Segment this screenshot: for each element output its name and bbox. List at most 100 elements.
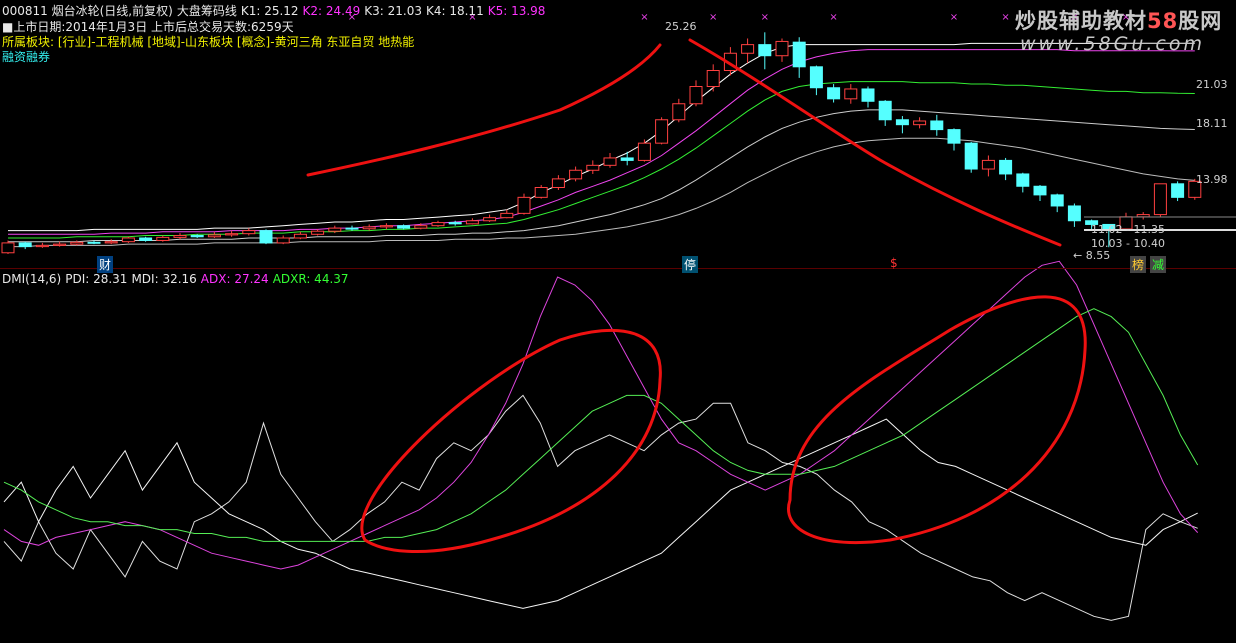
candle-body <box>827 87 841 100</box>
sector-info: 所属板块: [行业]-工程机械 [地域]-山东板块 [概念]-黄河三角 东亚自贸… <box>2 35 415 49</box>
candle-body <box>775 40 789 57</box>
dmi-header-line: DMI(14,6) PDI: 28.31 MDI: 32.16 ADX: 27.24 A… <box>2 272 353 286</box>
event-marker-cai[interactable]: 财 <box>97 256 114 273</box>
candle-body <box>1050 194 1064 207</box>
watermark-suffix: 股网 <box>1178 9 1223 33</box>
dmi-line-adx <box>3 260 1199 570</box>
header-item: ADXR: 44.37 <box>272 272 349 286</box>
candle-body <box>431 222 445 227</box>
candle-body <box>379 225 393 228</box>
header-item: K3: 21.03 <box>364 4 422 18</box>
low-price-label: ← 8.55 <box>1073 249 1111 262</box>
candle-body <box>448 222 462 225</box>
stock-header-line: 000811 烟台冰轮(日线,前复权) 大盘筹码线 K1: 25.12 K2: 24.… <box>2 2 549 19</box>
candle-body <box>792 41 806 68</box>
candle-body <box>586 164 600 171</box>
header-item: DMI(14,6) <box>2 272 62 286</box>
event-marker-jian[interactable]: 减 <box>1150 256 1167 273</box>
candle-body <box>414 225 428 229</box>
candle-body <box>53 243 67 246</box>
candle-body <box>87 241 101 244</box>
candle-body <box>878 100 892 121</box>
candle-body <box>809 66 823 89</box>
candle-body <box>121 237 135 243</box>
event-marker-dollar[interactable]: $ <box>888 256 900 270</box>
candle-body <box>844 88 858 100</box>
header-item: PDI: 28.31 <box>65 272 128 286</box>
candle-body <box>311 230 325 235</box>
candle-body <box>569 169 583 180</box>
header-item: MDI: 32.16 <box>131 272 197 286</box>
margin-tag: 融资融券 <box>2 50 51 64</box>
chart-canvas: × × × × × × × × × × <box>1 12 1236 621</box>
x-marker: × <box>761 12 769 23</box>
candle-body <box>913 120 927 126</box>
candle-body <box>259 230 273 244</box>
candle-body <box>207 234 221 238</box>
header-item: K2: 24.49 <box>302 4 361 18</box>
candle-body <box>173 235 187 238</box>
candle-body <box>242 230 256 235</box>
x-marker: × <box>640 12 648 23</box>
candle-body <box>741 44 755 54</box>
event-marker-bang[interactable]: 榜 <box>1130 256 1147 273</box>
dmi-panel <box>3 260 1199 621</box>
candle-body <box>706 69 720 88</box>
candle-body <box>517 196 531 214</box>
header-item: K4: 18.11 <box>425 4 484 18</box>
watermark-prefix: 炒股辅助教材 <box>1015 9 1147 33</box>
candle-body <box>465 220 479 225</box>
x-marker: × <box>1001 12 1009 23</box>
candle-body <box>620 157 634 161</box>
candle-body <box>1016 173 1030 187</box>
candle-body <box>1153 183 1167 216</box>
candle-body <box>225 233 239 236</box>
candle-body <box>293 233 307 239</box>
candle-body <box>603 157 617 166</box>
header-item: ADX: 27.24 <box>200 272 269 286</box>
candle-body <box>1 242 15 254</box>
candle-body <box>999 159 1013 175</box>
candle-body <box>1136 214 1150 218</box>
peak-price-label: 25.26 <box>665 20 697 33</box>
k3-price-label: 21.03 <box>1196 78 1228 91</box>
watermark-title: 炒股辅助教材58股网 <box>1015 5 1222 35</box>
candle-body <box>551 178 565 188</box>
candle-body <box>1171 183 1185 198</box>
ma-line-k5 <box>8 137 1195 248</box>
candle-body <box>156 236 170 241</box>
panel-separator <box>0 268 1236 269</box>
ma-line-k3 <box>8 81 1195 239</box>
candle-body <box>637 142 651 161</box>
watermark-num: 58 <box>1147 9 1179 33</box>
candle-body <box>35 244 49 248</box>
annotation-layer <box>306 38 1087 554</box>
candle-body <box>534 186 548 198</box>
candle-body <box>276 237 290 244</box>
candle-body <box>18 242 32 248</box>
dmi-line-pdi <box>3 394 1198 621</box>
dmi-line-adxr <box>3 308 1199 542</box>
candle-body <box>672 103 686 121</box>
x-marker: × <box>950 12 958 23</box>
candle-body <box>964 142 978 170</box>
k4-price-label: 18.11 <box>1196 117 1228 130</box>
candle-body <box>104 241 118 244</box>
candle-body <box>655 119 669 144</box>
header-item: 大盘筹码线 <box>176 4 237 18</box>
candle-body <box>328 227 342 232</box>
candle-body <box>981 159 995 170</box>
candle-body <box>861 88 875 102</box>
dmi-ellipse-left <box>360 328 662 554</box>
header-item: K5: 13.98 <box>487 4 546 18</box>
x-marker: × <box>829 12 837 23</box>
header-item: 000811 烟台冰轮(日线,前复权) <box>2 4 173 18</box>
candle-body <box>345 227 359 230</box>
dmi-line-mdi <box>3 418 1198 609</box>
x-marker: × <box>709 12 717 23</box>
range1-label: 11.02 - 11.35 <box>1091 223 1165 236</box>
event-marker-ting[interactable]: 停 <box>682 256 699 273</box>
candle-body <box>362 226 376 230</box>
candle-body <box>397 225 411 229</box>
candle-body <box>947 129 961 144</box>
